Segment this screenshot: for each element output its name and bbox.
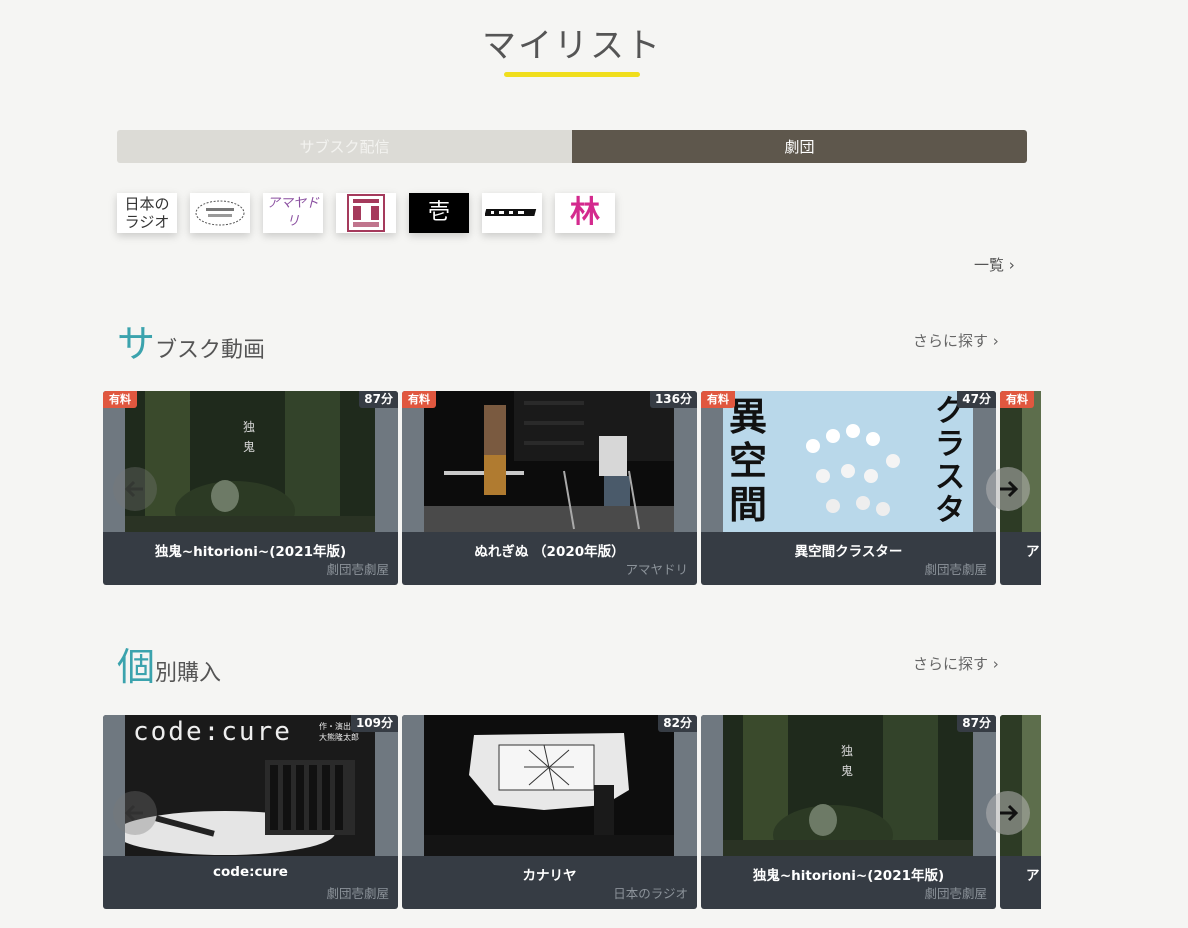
duration-badge: 109分	[350, 715, 398, 732]
thumbnail-image	[1022, 391, 1041, 532]
tab-subscription[interactable]: サブスク配信	[117, 130, 572, 163]
video-card[interactable]: 有料 136分 ぬれぎぬ （2020年版） アマヤドリ	[402, 391, 697, 585]
tab-troupe[interactable]: 劇団	[572, 130, 1027, 163]
troupe-logo-nihon-no-radio[interactable]: 日本の ラジオ	[117, 193, 177, 233]
view-all-link[interactable]: 一覧 ›	[974, 254, 1015, 275]
paid-badge: 有料	[103, 391, 137, 408]
paid-badge: 有料	[1000, 391, 1034, 408]
section-title-initial: 個	[117, 645, 156, 689]
search-more-link[interactable]: さらに探す ›	[913, 653, 999, 674]
arrow-right-icon	[1000, 804, 1019, 822]
thumbnail-image	[424, 391, 674, 532]
carousel-next-button[interactable]	[986, 467, 1030, 511]
troupe-logo-4-image	[347, 194, 385, 232]
thumbnail-text-left: 異 空 間	[729, 395, 768, 527]
video-card[interactable]: 82分 カナリヤ 日本のラジオ	[402, 715, 697, 909]
tab-bar: サブスク配信 劇団	[117, 130, 1027, 163]
duration-badge: 82分	[658, 715, 697, 732]
thumbnail: 異 空 間 クラスタ	[701, 391, 996, 532]
troupe-logo-6[interactable]	[482, 193, 542, 233]
card-troupe: アマヤドリ	[625, 562, 688, 577]
arrow-right-icon	[1000, 480, 1019, 498]
thumbnail-image: 異 空 間 クラスタ	[723, 391, 973, 532]
card-troupe: 日本のラジオ	[613, 886, 688, 901]
card-title: ア	[1026, 868, 1040, 884]
thumbnail-vertical-text: 独 鬼	[243, 420, 256, 454]
card-troupe: 劇団壱劇屋	[924, 886, 987, 901]
thumbnail-image	[424, 715, 674, 856]
troupe-logo-amayadori[interactable]: アマヤドリ	[263, 193, 323, 233]
troupe-logo-hayashi[interactable]: 林	[555, 193, 615, 233]
logo-text: 壱	[427, 200, 450, 225]
troupe-logo-6-image	[485, 209, 537, 216]
card-title: 異空間クラスター	[794, 544, 903, 560]
thumbnail: 独 鬼	[103, 391, 398, 532]
video-card[interactable]: 異 空 間 クラスタ 有料 47分 異空間クラスター 劇団壱劇屋	[701, 391, 996, 585]
card-title: ア	[1026, 544, 1040, 560]
card-troupe: 劇団壱劇屋	[326, 886, 389, 901]
thumbnail: 独 鬼	[701, 715, 996, 856]
section-title-initial: サ	[117, 322, 156, 366]
video-card[interactable]: 独 鬼 87分 独鬼~hitorioni~(2021年版) 劇団壱劇屋	[701, 715, 996, 909]
arrow-left-icon	[124, 480, 143, 498]
carousel-individual: code:cure 作・演出 大熊隆太郎 109分 code:cure 劇団壱劇…	[103, 715, 1041, 909]
thumbnail-image: 独 鬼	[723, 715, 973, 856]
thumbnail-text-right: クラスタ	[935, 394, 965, 528]
card-troupe: 劇団壱劇屋	[326, 562, 389, 577]
thumbnail	[402, 715, 697, 856]
duration-badge: 136分	[649, 391, 697, 408]
thumbnail: code:cure 作・演出 大熊隆太郎	[103, 715, 398, 856]
thumbnail-image: 独 鬼	[125, 391, 375, 532]
section-title-rest: 別購入	[155, 661, 222, 686]
card-title: 独鬼~hitorioni~(2021年版)	[752, 868, 945, 884]
arrow-left-icon	[124, 804, 143, 822]
troupe-logo-ichigekiya[interactable]	[190, 193, 250, 233]
logo-text: アマヤドリ	[266, 196, 319, 229]
carousel-next-button[interactable]	[986, 791, 1030, 835]
paid-badge: 有料	[402, 391, 436, 408]
card-troupe: 劇団壱劇屋	[924, 562, 987, 577]
search-more-link[interactable]: さらに探す ›	[913, 330, 999, 351]
section-title-rest: ブスク動画	[155, 338, 266, 363]
logo-text: 日本の ラジオ	[124, 195, 170, 231]
duration-badge: 87分	[957, 715, 996, 732]
section-title-individual: 個 別購入	[117, 647, 221, 687]
thumbnail	[402, 391, 697, 532]
thumbnail-image: code:cure 作・演出 大熊隆太郎	[125, 715, 375, 856]
card-title: カナリヤ	[522, 868, 577, 884]
duration-badge: 47分	[957, 391, 996, 408]
logo-text: 林	[570, 195, 600, 230]
troupe-logo-4[interactable]	[336, 193, 396, 233]
duration-badge: 87分	[359, 391, 398, 408]
page-title: マイリスト	[482, 26, 662, 66]
paid-badge: 有料	[701, 391, 735, 408]
card-title: code:cure	[213, 864, 288, 880]
thumbnail-image	[1022, 715, 1041, 856]
title-underline	[504, 72, 640, 77]
card-title: ぬれぎぬ （2020年版）	[474, 544, 625, 560]
ichigekiya-logo-image	[195, 200, 245, 226]
thumbnail-title-text: code:cure	[133, 717, 292, 747]
troupe-logo-list: 日本の ラジオ アマヤドリ 壱 林	[117, 193, 628, 233]
carousel-prev-button[interactable]	[113, 467, 157, 511]
thumbnail-vertical-text: 独 鬼	[841, 744, 854, 778]
card-title: 独鬼~hitorioni~(2021年版)	[154, 544, 347, 560]
section-title-subscription: サ ブスク動画	[117, 324, 265, 364]
troupe-logo-ichi[interactable]: 壱	[409, 193, 469, 233]
carousel-prev-button[interactable]	[113, 791, 157, 835]
carousel-subscription: 独 鬼 有料 87分 独鬼~hitorioni~(2021年版) 劇団壱劇屋 有…	[103, 391, 1041, 585]
